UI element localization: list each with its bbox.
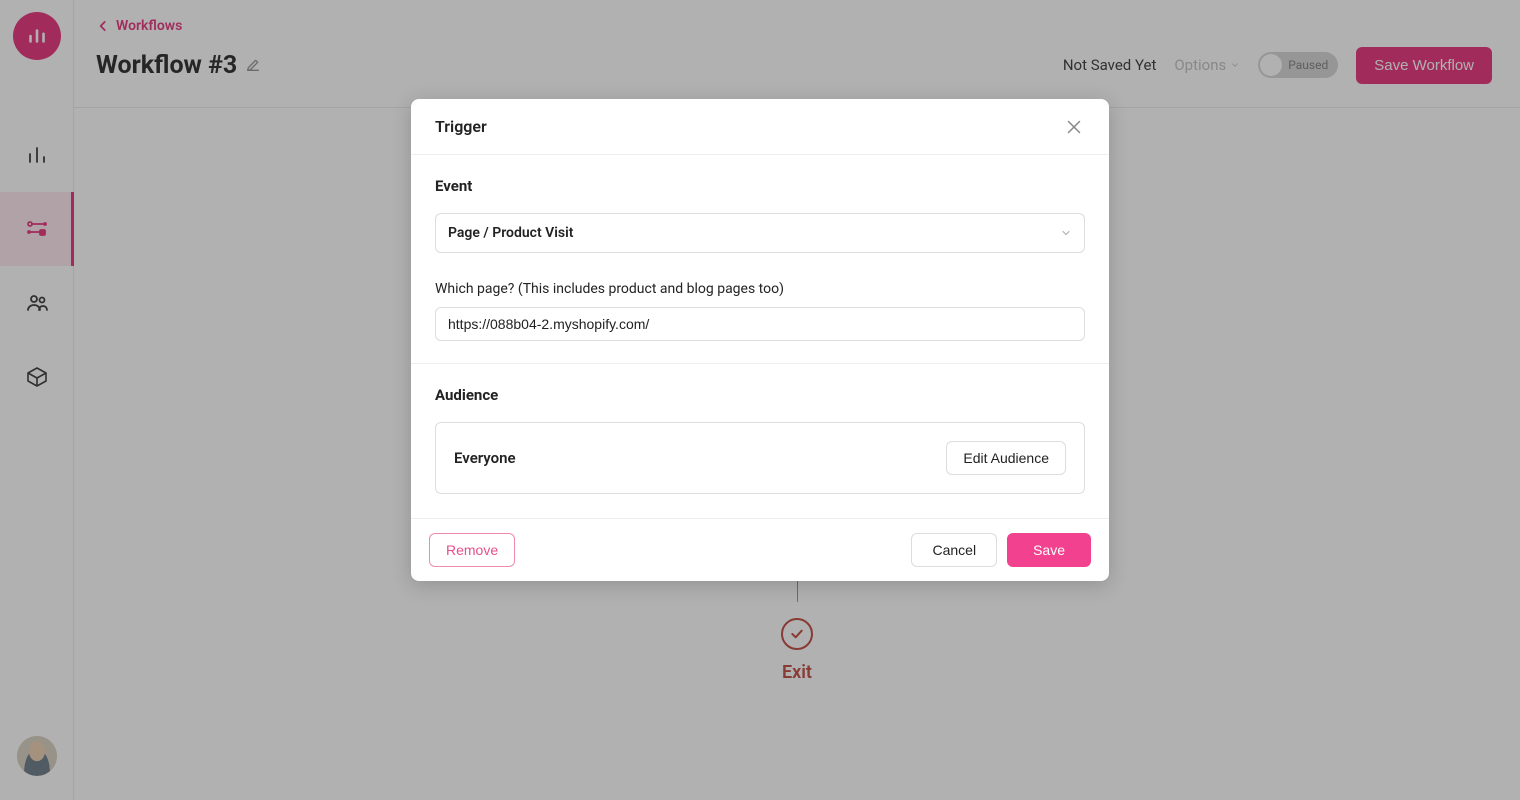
modal-divider — [411, 363, 1109, 364]
modal-header: Trigger — [411, 99, 1109, 155]
modal-footer: Remove Cancel Save — [411, 518, 1109, 581]
audience-box: Everyone Edit Audience — [435, 422, 1085, 494]
audience-value: Everyone — [454, 449, 516, 467]
edit-audience-button[interactable]: Edit Audience — [946, 441, 1066, 475]
audience-section-label: Audience — [435, 386, 1085, 404]
chevron-down-icon — [1060, 227, 1072, 239]
close-button[interactable] — [1063, 116, 1085, 138]
cancel-button[interactable]: Cancel — [911, 533, 997, 567]
close-icon — [1063, 116, 1085, 138]
modal-title: Trigger — [435, 117, 487, 136]
modal-footer-right: Cancel Save — [911, 533, 1091, 567]
event-select[interactable]: Page / Product Visit — [435, 213, 1085, 253]
page-url-input[interactable] — [435, 307, 1085, 341]
save-button[interactable]: Save — [1007, 533, 1091, 567]
event-section-label: Event — [435, 177, 1085, 195]
event-select-value: Page / Product Visit — [448, 225, 573, 241]
page-field-label: Which page? (This includes product and b… — [435, 281, 1085, 297]
modal-body: Event Page / Product Visit Which page? (… — [411, 155, 1109, 518]
trigger-modal: Trigger Event Page / Product Visit Which… — [411, 99, 1109, 581]
remove-button[interactable]: Remove — [429, 533, 515, 567]
